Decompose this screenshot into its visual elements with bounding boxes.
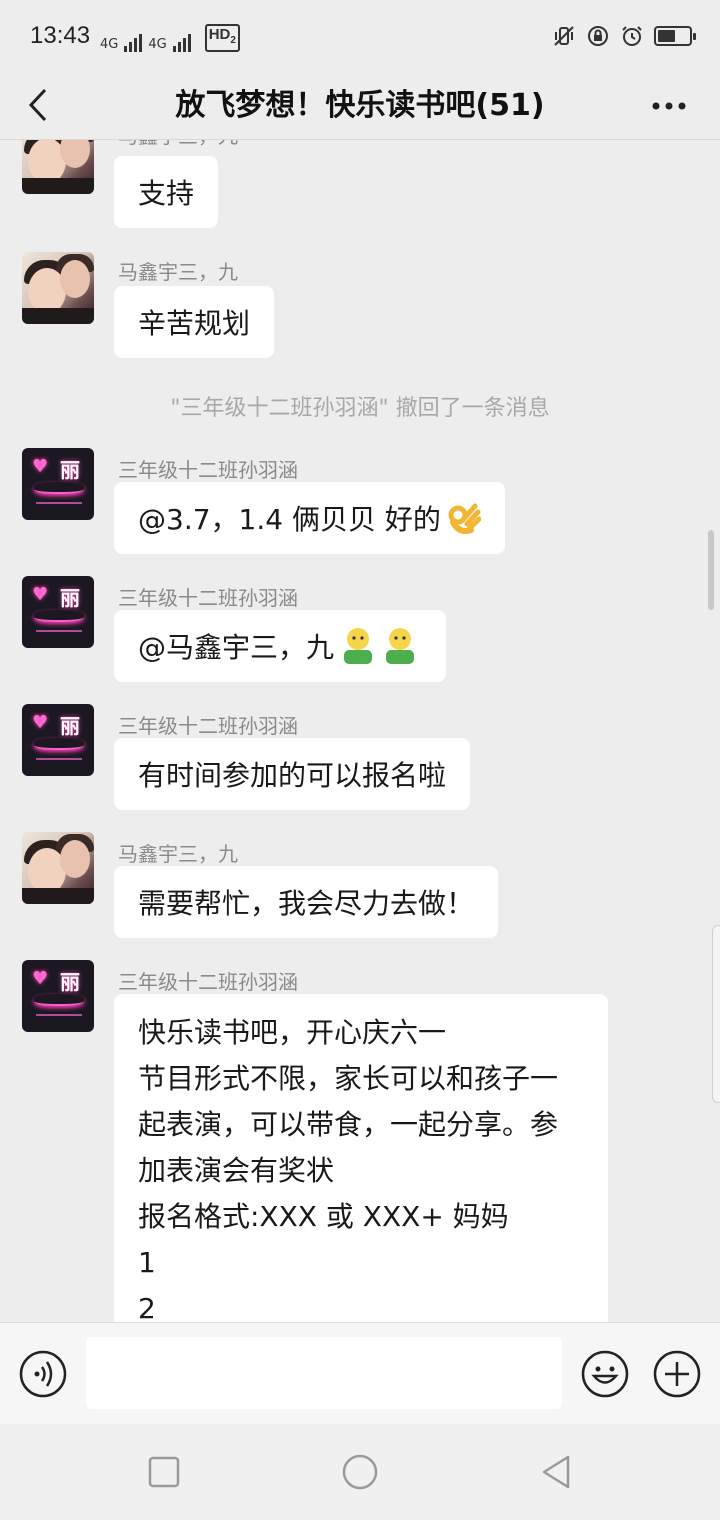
network-label-1: 4G xyxy=(100,37,119,52)
status-icons xyxy=(552,24,696,48)
plus-button[interactable] xyxy=(652,1349,702,1399)
message-text: 有时间参加的可以报名啦 xyxy=(138,759,447,792)
vibrate-mute-icon xyxy=(554,26,574,46)
voice-button[interactable] xyxy=(18,1349,68,1399)
message-bubble[interactable]: 支持 xyxy=(114,156,219,228)
avatar[interactable]: ♥ 丽 xyxy=(22,960,94,1032)
message-line: 加表演会有奖状 xyxy=(138,1154,335,1187)
message-line: 节目形式不限，家长可以和孩子一 xyxy=(138,1062,559,1095)
rotation-lock-icon xyxy=(588,26,608,46)
ok-hand-emoji xyxy=(448,503,481,534)
chat-header: 放飞梦想！快乐读书吧(51) xyxy=(0,72,720,140)
sender-name: 马鑫宇三，九 xyxy=(118,260,238,284)
avatar[interactable] xyxy=(22,252,94,324)
input-bar xyxy=(0,1322,720,1424)
hd-badge: HD2 xyxy=(204,24,240,52)
recents-icon[interactable] xyxy=(144,1452,184,1492)
chat-message-list[interactable]: 马鑫宇三，九 支持 马鑫宇三，九 辛苦规划 "三年级十二班孙羽涵" 撤回了一条消… xyxy=(0,140,720,1322)
hug-emoji xyxy=(344,628,415,664)
message-bubble[interactable]: 辛苦规划 xyxy=(114,286,275,358)
avatar[interactable]: ♥ 丽 xyxy=(22,448,94,520)
alarm-icon xyxy=(622,26,642,46)
more-button[interactable] xyxy=(644,84,694,128)
message-input[interactable] xyxy=(86,1337,562,1409)
message-line: 起表演，可以带食，一起分享。参 xyxy=(138,1108,559,1141)
status-bar: 13:43 4G 4G HD2 xyxy=(0,0,720,72)
message-text: 需要帮忙，我会尽力去做！ xyxy=(138,887,475,920)
voice-icon xyxy=(19,1350,67,1398)
avatar[interactable]: ♥ 丽 xyxy=(22,576,94,648)
sender-name: 三年级十二班孙羽涵 xyxy=(118,458,298,482)
message-bubble[interactable]: @马鑫宇三，九 xyxy=(114,610,447,682)
signal-icon-2 xyxy=(172,34,191,52)
avatar[interactable]: ♥ 丽 xyxy=(22,704,94,776)
sender-name: 三年级十二班孙羽涵 xyxy=(118,586,298,610)
sender-name: 三年级十二班孙羽涵 xyxy=(118,970,298,994)
chat-title: 放飞梦想！快乐读书吧(51) xyxy=(175,88,545,123)
edge-panel-handle[interactable] xyxy=(712,925,720,1103)
message-text: 支持 xyxy=(138,177,195,210)
scrollbar[interactable] xyxy=(708,530,714,610)
sender-name: 马鑫宇三，九 xyxy=(118,842,238,866)
message-text: 辛苦规划 xyxy=(138,307,251,340)
back-nav-icon[interactable] xyxy=(536,1452,576,1492)
sender-name: 马鑫宇三，九 xyxy=(118,140,238,149)
emoji-icon xyxy=(581,1350,629,1398)
message-text: @马鑫宇三，九 xyxy=(138,631,335,664)
message-line: 报名格式:XXX 或 XXX+ 妈妈 xyxy=(138,1200,509,1233)
message-bubble[interactable]: @3.7，1.4 俩贝贝 好的 xyxy=(114,482,505,554)
message-line: 快乐读书吧，开心庆六一 xyxy=(138,1016,447,1049)
more-dots-icon xyxy=(652,102,686,110)
battery-icon xyxy=(654,26,696,46)
message-bubble[interactable]: 有时间参加的可以报名啦 xyxy=(114,738,471,810)
message-text: @3.7，1.4 俩贝贝 好的 xyxy=(138,503,441,536)
network-label-2: 4G xyxy=(148,37,167,52)
system-navigation-bar xyxy=(0,1424,720,1520)
emoji-button[interactable] xyxy=(580,1349,630,1399)
signal-icon xyxy=(124,34,143,52)
message-line: 2 xyxy=(138,1292,156,1322)
message-line: 1 xyxy=(138,1246,156,1279)
message-bubble[interactable]: 需要帮忙，我会尽力去做！ xyxy=(114,866,499,938)
plus-icon xyxy=(653,1350,701,1398)
avatar[interactable] xyxy=(22,140,94,194)
message-bubble[interactable]: 快乐读书吧，开心庆六一 节目形式不限，家长可以和孩子一 起表演，可以带食，一起分… xyxy=(114,994,608,1322)
network-indicator: 4G 4G HD2 xyxy=(100,24,240,52)
status-time: 13:43 xyxy=(30,22,91,49)
sender-name: 三年级十二班孙羽涵 xyxy=(118,714,298,738)
avatar[interactable] xyxy=(22,832,94,904)
home-icon[interactable] xyxy=(340,1452,380,1492)
recall-notice: "三年级十二班孙羽涵" 撤回了一条消息 xyxy=(170,396,550,421)
